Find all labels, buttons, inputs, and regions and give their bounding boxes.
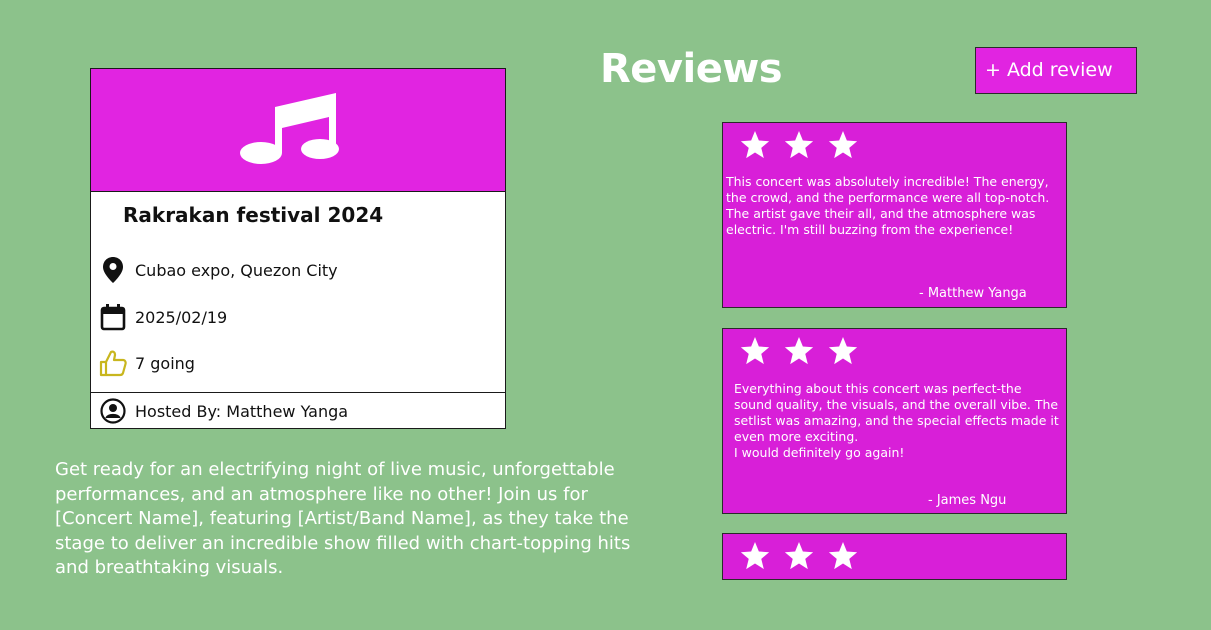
date-text: 2025/02/19 bbox=[135, 307, 228, 327]
location-pin-icon bbox=[99, 256, 127, 284]
host-text: Hosted By: Matthew Yanga bbox=[135, 401, 349, 421]
going-count: 7 going bbox=[135, 353, 195, 373]
star-rating bbox=[739, 335, 871, 367]
star-icon bbox=[740, 131, 770, 159]
add-review-button[interactable]: + Add review bbox=[975, 47, 1137, 94]
host-row: Hosted By: Matthew Yanga bbox=[99, 397, 348, 425]
review-text: This concert was absolutely incredible! … bbox=[726, 174, 1050, 237]
star-icon bbox=[828, 337, 858, 365]
star-icon bbox=[784, 131, 814, 159]
star-rating bbox=[739, 540, 871, 572]
user-avatar-icon bbox=[99, 397, 127, 425]
going-row[interactable]: 7 going bbox=[99, 349, 195, 377]
review-text: Everything about this concert was perfec… bbox=[734, 381, 1059, 460]
calendar-icon bbox=[99, 303, 127, 331]
location-text: Cubao expo, Quezon City bbox=[135, 260, 338, 280]
star-icon bbox=[740, 542, 770, 570]
reviews-heading: Reviews bbox=[600, 46, 783, 92]
star-icon bbox=[784, 542, 814, 570]
review-card bbox=[722, 533, 1067, 580]
event-title: Rakrakan festival 2024 bbox=[123, 203, 384, 227]
music-note-icon bbox=[240, 93, 339, 164]
event-card[interactable]: Rakrakan festival 2024 Cubao expo, Quezo… bbox=[90, 68, 506, 429]
review-author: - James Ngu bbox=[928, 493, 1007, 508]
thumbs-up-icon[interactable] bbox=[99, 349, 127, 377]
star-icon bbox=[828, 542, 858, 570]
star-icon bbox=[740, 337, 770, 365]
location-row: Cubao expo, Quezon City bbox=[99, 256, 338, 284]
event-banner bbox=[91, 69, 505, 192]
review-author: - Matthew Yanga bbox=[919, 286, 1027, 301]
star-rating bbox=[739, 129, 871, 161]
review-card: Everything about this concert was perfec… bbox=[722, 328, 1067, 514]
review-card: This concert was absolutely incredible! … bbox=[722, 122, 1067, 308]
star-icon bbox=[784, 337, 814, 365]
date-row: 2025/02/19 bbox=[99, 303, 227, 331]
host-divider bbox=[91, 392, 505, 393]
event-description: Get ready for an electrifying night of l… bbox=[55, 459, 631, 578]
star-icon bbox=[828, 131, 858, 159]
